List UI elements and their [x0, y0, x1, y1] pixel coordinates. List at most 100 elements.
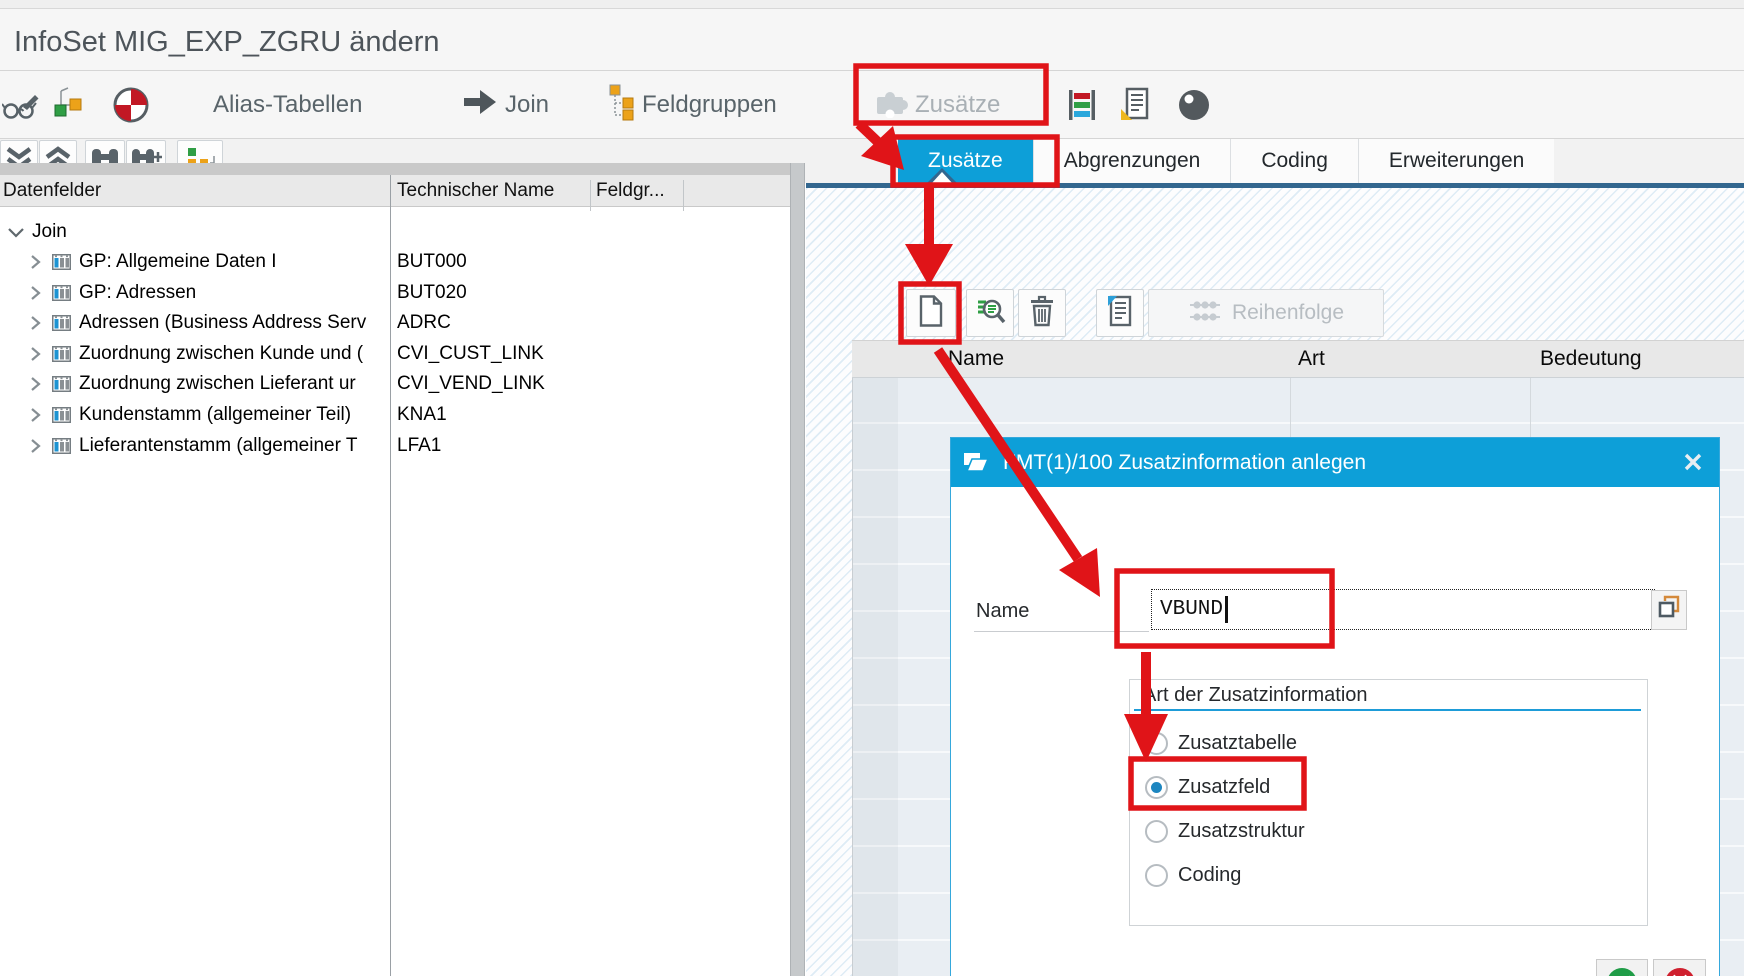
tree-row[interactable]: Lieferantenstamm (allgemeiner T LFA1	[0, 430, 788, 461]
title-bar: InfoSet MIG_EXP_ZGRU ändern	[0, 9, 1744, 71]
confirm-button[interactable]	[1596, 959, 1648, 976]
chevron-right-icon[interactable]	[30, 254, 42, 275]
tree-column-header: Datenfelder Technischer Name Feldgr...	[0, 175, 790, 207]
documentation-button[interactable]	[1096, 289, 1144, 337]
radio-label: Zusatzfeld	[1178, 776, 1270, 799]
table-description: Adressen (Business Address Serv	[79, 312, 390, 334]
chevron-down-icon[interactable]	[7, 226, 25, 245]
chevron-right-icon[interactable]	[30, 407, 42, 428]
chevron-right-icon[interactable]	[30, 376, 42, 397]
radio-label: Zusatzstruktur	[1178, 820, 1305, 843]
name-input[interactable]: VBUND	[1151, 589, 1655, 630]
tree-row[interactable]: GP: Adressen BUT020	[0, 277, 788, 308]
search-icon	[974, 295, 1006, 332]
table-technical-name: KNA1	[397, 404, 777, 426]
tab-1[interactable]: Abgrenzungen	[1033, 139, 1231, 183]
table-selection-column[interactable]	[852, 340, 898, 976]
display-change-icon[interactable]	[2, 71, 40, 138]
table-description: GP: Adressen	[79, 282, 390, 304]
display-button[interactable]	[966, 289, 1014, 337]
puzzle-icon	[873, 86, 909, 123]
trash-icon	[1027, 294, 1057, 333]
dialog-window-icon	[963, 451, 991, 479]
table-icon	[52, 253, 71, 275]
table-icon	[52, 284, 71, 306]
column-technischer-name[interactable]: Technischer Name	[397, 180, 554, 202]
create-button[interactable]	[906, 289, 956, 337]
table-icon	[52, 345, 71, 367]
column-name[interactable]: Name	[948, 347, 1004, 371]
tab-3[interactable]: Erweiterungen	[1358, 139, 1554, 183]
column-datenfelder[interactable]: Datenfelder	[3, 180, 101, 202]
create-icon	[916, 294, 946, 333]
table-technical-name: BUT020	[397, 282, 777, 304]
multiple-selection-button[interactable]	[1651, 590, 1687, 630]
tree-row[interactable]: Adressen (Business Address Serv ADRC	[0, 307, 788, 338]
order-button[interactable]: Reihenfolge	[1148, 289, 1384, 337]
radio-icon[interactable]	[1145, 732, 1168, 755]
join-button[interactable]: Join	[462, 71, 549, 138]
table-description: Lieferantenstamm (allgemeiner T	[79, 435, 390, 457]
field-groups-icon	[608, 83, 636, 126]
groupbox-title: Art der Zusatzinformation	[1143, 684, 1368, 707]
app-toolbar: Alias-Tabellen Join Feldgruppen Zusätze	[0, 71, 1744, 139]
radio-label: Coding	[1178, 864, 1241, 887]
doc-blue-corner-icon	[1105, 294, 1135, 333]
chevron-right-icon[interactable]	[30, 346, 42, 367]
page-title: InfoSet MIG_EXP_ZGRU ändern	[14, 26, 440, 59]
tree-row[interactable]: GP: Allgemeine Daten I BUT000	[0, 246, 788, 277]
tree-scrollbar[interactable]	[790, 163, 805, 976]
delete-button[interactable]	[1018, 289, 1066, 337]
alias-tables-button[interactable]: Alias-Tabellen	[213, 71, 362, 138]
table-description: Zuordnung zwischen Lieferant ur	[79, 373, 390, 395]
copy-squares-icon	[1656, 594, 1682, 627]
table-technical-name: BUT000	[397, 251, 777, 273]
radio-icon[interactable]	[1145, 776, 1168, 799]
column-feldgruppe[interactable]: Feldgr...	[596, 180, 665, 202]
tree-row[interactable]: Kundenstamm (allgemeiner Teil) KNA1	[0, 399, 788, 430]
sap-infoset-window: InfoSet MIG_EXP_ZGRU ändern Alias-Tabell…	[0, 0, 1744, 976]
radio-option[interactable]: Zusatzfeld	[1145, 765, 1270, 809]
report-doc-icon[interactable]	[1118, 71, 1152, 138]
cancel-button[interactable]	[1653, 959, 1706, 976]
tree-root-row[interactable]: Join	[0, 216, 788, 247]
tree-row[interactable]: Zuordnung zwischen Lieferant ur CVI_VEND…	[0, 368, 788, 399]
name-input-value: VBUND	[1160, 598, 1223, 621]
column-art[interactable]: Art	[1298, 347, 1325, 371]
extras-button[interactable]: Zusätze	[873, 71, 1000, 138]
dialog-title: FMT(1)/100 Zusatzinformation anlegen	[1003, 451, 1366, 475]
table-description: Kundenstamm (allgemeiner Teil)	[79, 404, 390, 426]
close-icon[interactable]	[1683, 452, 1703, 477]
dialog-title-bar[interactable]: FMT(1)/100 Zusatzinformation anlegen	[951, 438, 1719, 487]
join-arrow-icon	[462, 87, 498, 122]
table-technical-name: CVI_CUST_LINK	[397, 343, 777, 365]
chevron-right-icon[interactable]	[30, 285, 42, 306]
field-groups-button[interactable]: Feldgruppen	[608, 71, 777, 138]
chevron-right-icon[interactable]	[30, 315, 42, 336]
column-bedeutung[interactable]: Bedeutung	[1540, 347, 1642, 371]
tab-2[interactable]: Coding	[1230, 139, 1358, 183]
check-circle-icon	[1604, 963, 1640, 976]
table-icon	[52, 375, 71, 397]
radio-icon[interactable]	[1145, 820, 1168, 843]
extras-label: Zusätze	[915, 91, 1000, 119]
sphere-icon[interactable]	[1176, 71, 1212, 138]
chevron-right-icon[interactable]	[30, 438, 42, 459]
x-circle-icon	[1662, 963, 1698, 976]
infoset-objects-icon[interactable]	[52, 71, 86, 138]
radio-label: Zusatztabelle	[1178, 732, 1297, 755]
pie-chart-icon[interactable]	[112, 71, 150, 138]
radio-option[interactable]: Coding	[1145, 853, 1241, 897]
color-legend-icon[interactable]	[1066, 71, 1098, 138]
table-icon	[52, 437, 71, 459]
radio-icon[interactable]	[1145, 864, 1168, 887]
radio-option[interactable]: Zusatztabelle	[1145, 721, 1297, 765]
tab-0[interactable]: Zusätze	[898, 139, 1033, 183]
tree-row[interactable]: Zuordnung zwischen Kunde und ( CVI_CUST_…	[0, 338, 788, 369]
table-technical-name: ADRC	[397, 312, 777, 334]
table-icon	[52, 314, 71, 336]
table-technical-name: LFA1	[397, 435, 777, 457]
text-cursor	[1225, 596, 1228, 623]
join-label: Join	[505, 91, 549, 119]
radio-option[interactable]: Zusatzstruktur	[1145, 809, 1305, 853]
